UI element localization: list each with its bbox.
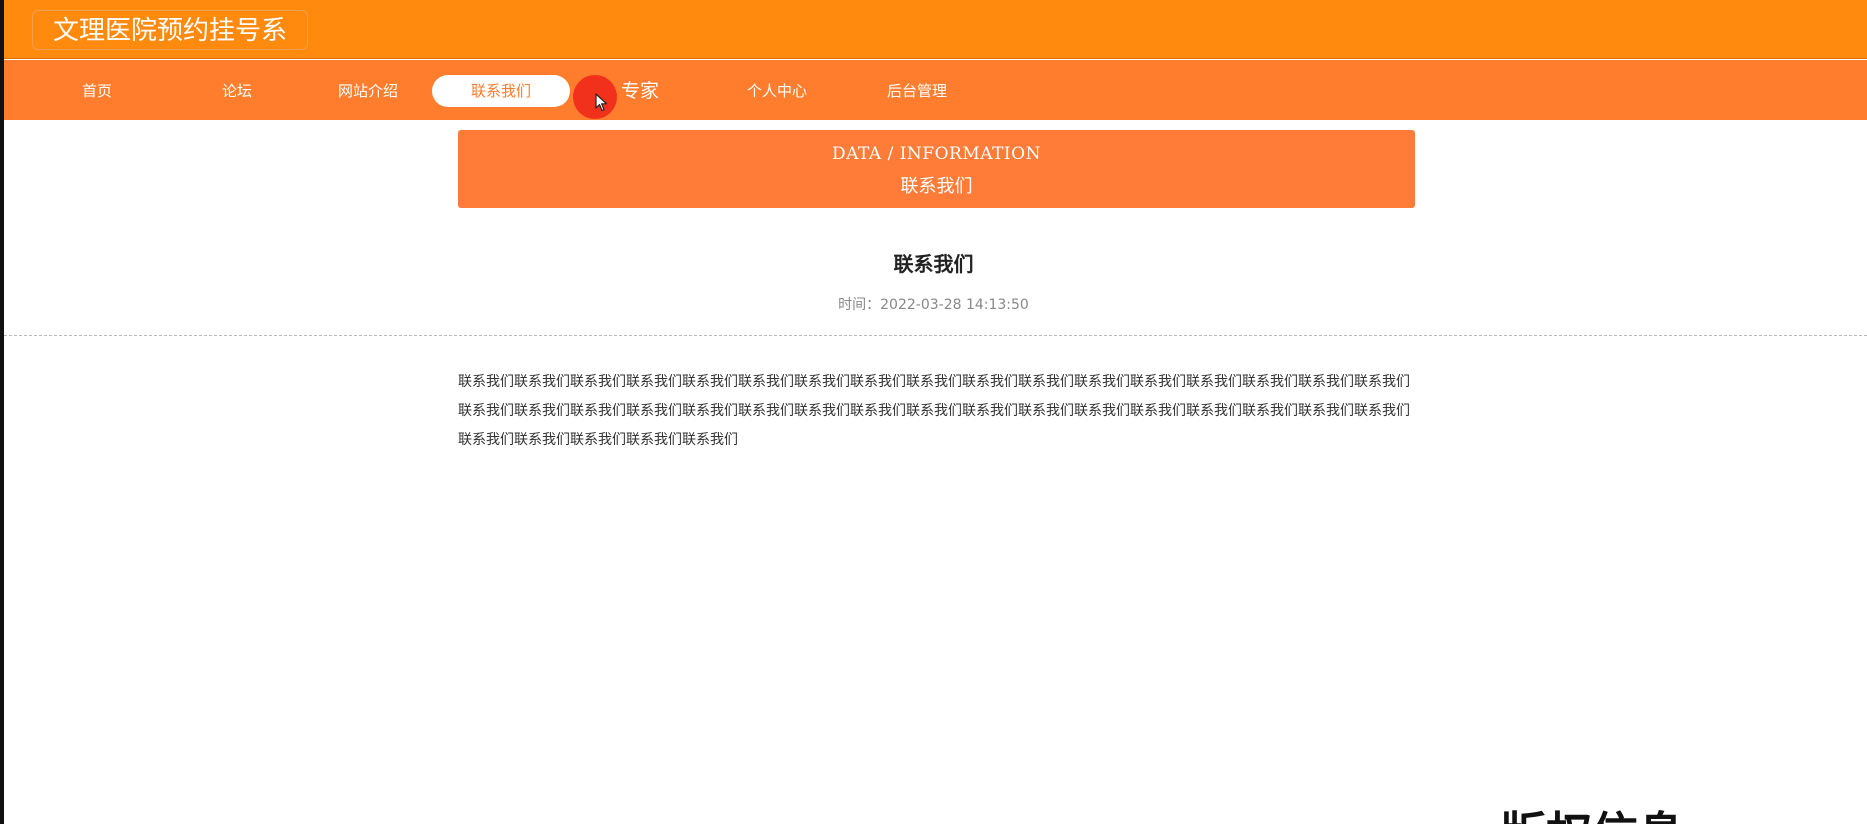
- nav-item-forum[interactable]: 论坛: [182, 75, 292, 107]
- time-label: 时间：: [838, 297, 881, 313]
- top-bar: 文理医院预约挂号系: [4, 0, 1867, 59]
- divider: [4, 335, 1867, 336]
- left-edge: [0, 0, 4, 824]
- mouse-pointer-icon: [595, 93, 608, 112]
- nav-item-home[interactable]: 首页: [42, 75, 152, 107]
- article-body: 联系我们联系我们联系我们联系我们联系我们联系我们联系我们联系我们联系我们联系我们…: [458, 374, 1410, 448]
- main-nav: 首页 论坛 网站介绍 联系我们 专家 个人中心 后台管理: [4, 60, 1867, 120]
- nav-item-contact[interactable]: 联系我们: [432, 75, 570, 107]
- article-title: 联系我们: [893, 252, 974, 276]
- nav-item-admin[interactable]: 后台管理: [862, 75, 972, 107]
- nav-item-user-center[interactable]: 个人中心: [722, 75, 832, 107]
- article-meta: 时间：2022-03-28 14:13:50: [0, 294, 1867, 314]
- page-banner: DATA / INFORMATION 联系我们: [458, 130, 1415, 208]
- corner-overlay-text: 版权信息: [1500, 804, 1760, 824]
- nav-item-about[interactable]: 网站介绍: [313, 75, 423, 107]
- site-title[interactable]: 文理医院预约挂号系: [32, 10, 309, 50]
- time-value: 2022-03-28 14:13:50: [880, 297, 1029, 313]
- banner-chinese-title: 联系我们: [900, 176, 973, 197]
- banner-english-title: DATA / INFORMATION: [832, 144, 1041, 164]
